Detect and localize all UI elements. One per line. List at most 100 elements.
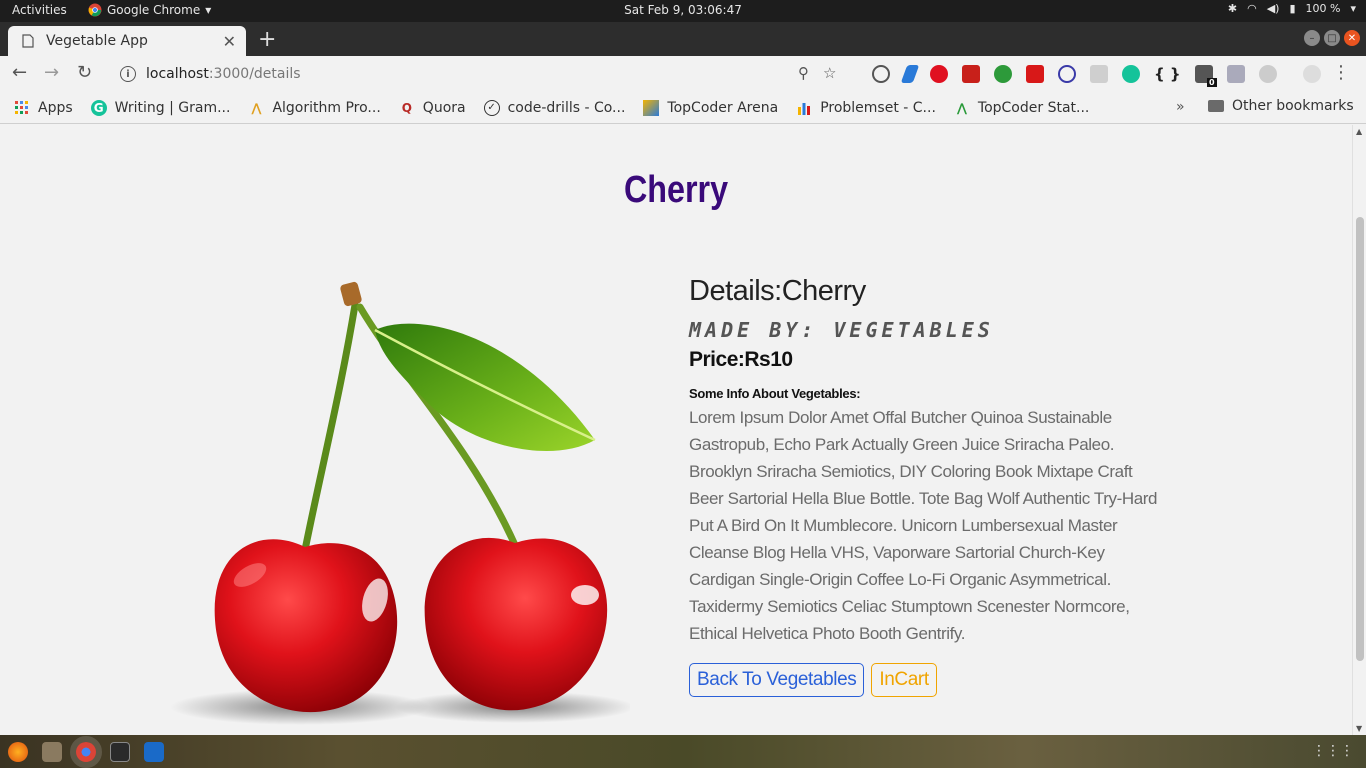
tab-title: Vegetable App [46,33,148,49]
bookmarks-bar: Apps G Writing | Gram... ⋀ Algorithm Pro… [0,92,1366,124]
wifi-icon: ◠ [1247,2,1257,15]
terminal-icon[interactable] [110,741,130,762]
grammarly-icon: G [90,99,107,116]
chrome-icon [88,3,102,17]
bookmark-quora[interactable]: Q Quora [399,100,466,116]
app-menu-label: Google Chrome [107,3,201,17]
page-scrollbar[interactable]: ▲ ▼ [1352,125,1366,735]
bookmark-label: Problemset - C... [820,99,936,116]
reload-icon[interactable]: ↻ [77,62,92,83]
address-bar[interactable]: i localhost:3000/details [108,60,828,88]
chevron-down-icon: ▾ [205,3,212,17]
other-bookmarks[interactable]: Other bookmarks [1208,98,1354,114]
bookmark-grammarly[interactable]: G Writing | Gram... [90,99,231,116]
shield-extension-icon[interactable] [1226,65,1245,83]
bookmark-apps[interactable]: Apps [14,100,73,116]
forward-arrow-icon[interactable]: → [44,62,59,83]
bookmark-label: TopCoder Arena [667,99,779,116]
clipboard-extension-icon[interactable]: 0 [1194,65,1217,87]
app-menu[interactable]: Google Chrome ▾ [88,3,211,17]
bookmarks-overflow-button[interactable]: » [1176,99,1185,115]
product-title: Cherry [623,169,729,211]
extensions-area: { } 0 [872,65,1321,87]
back-to-vegetables-button[interactable]: Back To Vegetables [689,663,865,697]
speed-extension-icon[interactable] [872,65,890,83]
json-extension-icon[interactable]: { } [1154,65,1181,83]
bluetooth-icon: ✱ [1227,2,1238,15]
maximize-icon[interactable]: □ [1324,30,1340,46]
bookmark-algorithm[interactable]: ⋀ Algorithm Pro... [248,100,380,116]
check-circle-icon: ✓ [483,99,500,116]
globe-extension-icon[interactable] [994,65,1012,83]
bookmark-topcoder-stat[interactable]: ⋀ TopCoder Stat... [954,99,1090,116]
highlighter-extension-icon[interactable] [900,65,920,83]
new-tab-button[interactable]: + [258,27,276,52]
cherry-image [170,281,630,725]
tab-vegetable-app[interactable]: Vegetable App ✕ [8,26,246,56]
activities-button[interactable]: Activities [12,3,67,17]
opera-extension-icon[interactable] [930,65,948,83]
chrome-dock-icon[interactable] [70,735,102,768]
bookmark-star-icon[interactable]: ☆ [823,64,836,82]
chrome-menu-icon[interactable]: ⋮ [1332,62,1350,83]
profile-avatar-icon[interactable] [1302,65,1321,83]
bookmark-code-drills[interactable]: ✓ code-drills - Co... [483,99,626,116]
show-apps-icon[interactable]: ⋮⋮⋮ [1312,743,1354,759]
codeforces-icon [796,100,812,116]
battery-level: 100 % [1305,2,1341,15]
topcoder-stat-icon: ⋀ [956,100,967,115]
close-tab-icon[interactable]: ✕ [223,32,236,51]
tab-strip: Vegetable App ✕ + – □ ✕ [0,22,1366,56]
url-path: :3000/details [208,66,301,82]
gray-extension-icon[interactable] [1090,65,1108,83]
zoom-icon[interactable]: ⚲ [798,64,809,82]
minimize-icon[interactable]: – [1304,30,1320,46]
extension-badge: 0 [1207,78,1217,87]
power-menu-icon: ▾ [1350,2,1356,15]
quora-icon: Q [401,100,412,115]
info-text: Lorem Ipsum Dolor Amet Offal Butcher Qui… [689,408,1158,643]
made-by: Made By: Vegetables [689,318,994,342]
scroll-down-icon[interactable]: ▼ [1356,724,1362,733]
firefox-icon[interactable] [8,741,28,762]
red-extension-icon[interactable] [962,65,980,83]
scroll-up-icon[interactable]: ▲ [1356,127,1362,136]
bookmark-label: Quora [422,99,466,116]
clock[interactable]: Sat Feb 9, 03:06:47 [624,3,742,17]
grammarly-extension-icon[interactable] [1122,65,1140,83]
page-content: Cherry Details:Cherry MADE BY: VEGETABLE… [0,125,1352,735]
system-top-bar: Activities Google Chrome ▾ Sat Feb 9, 03… [0,0,1366,22]
system-tray[interactable]: ✱ ◠ ◀) ▮ 100 % ▾ [1228,2,1356,15]
bookmark-topcoder-arena[interactable]: TopCoder Arena [643,99,779,116]
scroll-thumb[interactable] [1356,217,1364,661]
bookmark-label: Apps [38,99,73,116]
url-host: localhost [146,66,209,82]
other-bookmarks-label: Other bookmarks [1232,98,1354,114]
topcoder-icon [643,99,660,116]
circle-extension-icon[interactable] [1258,65,1277,83]
incart-button[interactable]: InCart [871,663,937,697]
taskbar-dock: ⋮⋮⋮ [0,735,1366,768]
info-label: Some Info About Vegetables: [689,386,861,401]
back-arrow-icon[interactable]: ← [12,62,27,83]
close-window-icon[interactable]: ✕ [1344,30,1360,46]
files-icon[interactable] [42,741,62,762]
action-buttons: Back To Vegetables InCart [689,663,1159,697]
apps-grid-icon [14,100,30,116]
algorithm-icon: ⋀ [251,100,262,115]
bookmark-label: Algorithm Pro... [272,99,381,116]
page-icon [22,34,34,48]
vscode-icon[interactable] [144,741,164,762]
bookmark-label: TopCoder Stat... [977,99,1090,116]
price: Price:Rs10 [689,348,793,371]
info-icon[interactable]: i [120,66,136,82]
book-extension-icon[interactable] [1026,65,1044,83]
details-heading: Details:Cherry [689,275,866,307]
product-details: Details:Cherry Made By: Vegetables Price… [689,275,1159,697]
block-extension-icon[interactable] [1058,65,1076,83]
volume-icon: ◀) [1266,2,1280,15]
bookmark-label: code-drills - Co... [507,99,626,116]
bookmark-problemset[interactable]: Problemset - C... [796,100,936,116]
window-controls: – □ ✕ [1304,30,1360,46]
bookmark-label: Writing | Gram... [114,99,231,116]
